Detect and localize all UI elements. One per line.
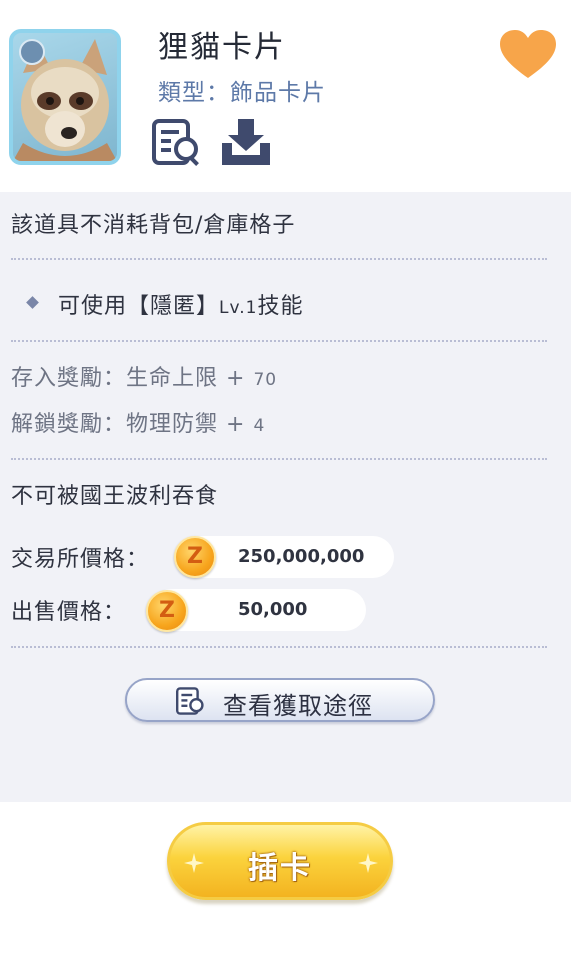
card-header: 狸貓卡片 類型：飾品卡片: [0, 0, 579, 192]
poring-note: 不可被國王波利吞食: [11, 484, 219, 509]
zeny-coin-icon: Z: [174, 536, 216, 578]
unlock-reward: 解鎖獎勵：物理防禦 + 4: [11, 406, 265, 438]
card-portrait: [9, 29, 121, 165]
view-route-button[interactable]: 查看獲取途徑: [125, 678, 435, 722]
deposit-reward: 存入獎勵：生命上限 + 70: [11, 360, 277, 392]
divider: [11, 458, 547, 460]
card-title: 狸貓卡片: [158, 30, 286, 65]
skill-line: 可使用【隱匿】Lv.1技能: [58, 288, 303, 320]
insert-card-label: 插卡: [248, 851, 312, 886]
info-search-icon[interactable]: [152, 117, 202, 167]
deposit-label: 存入獎勵：生命上限 +: [11, 366, 246, 391]
divider: [11, 646, 547, 648]
divider: [11, 258, 547, 260]
exchange-label: 交易所價格：: [11, 547, 150, 572]
info-search-icon: [176, 687, 204, 715]
unlock-value: 4: [253, 416, 266, 436]
download-tray-icon[interactable]: [218, 117, 274, 167]
divider: [11, 340, 547, 342]
zeny-coin-icon: Z: [146, 590, 188, 632]
heart-icon[interactable]: [498, 28, 558, 80]
sell-price: 50,000: [238, 599, 308, 620]
deposit-value: 70: [253, 370, 278, 390]
unlock-label: 解鎖獎勵：物理防禦 +: [11, 412, 246, 437]
card-slot-badge: [19, 39, 45, 65]
skill-level: Lv.1: [219, 298, 258, 318]
skill-suffix: 技能: [257, 294, 304, 319]
view-route-label: 查看獲取途徑: [223, 692, 373, 720]
storage-note: 該道具不消耗背包/倉庫格子: [11, 213, 296, 238]
skill-prefix: 可使用【隱匿】: [58, 294, 220, 319]
insert-card-button[interactable]: 插卡: [167, 822, 393, 900]
exchange-price: 250,000,000: [238, 546, 365, 567]
sell-label: 出售價格：: [11, 600, 127, 625]
card-type: 類型：飾品卡片: [158, 80, 326, 106]
